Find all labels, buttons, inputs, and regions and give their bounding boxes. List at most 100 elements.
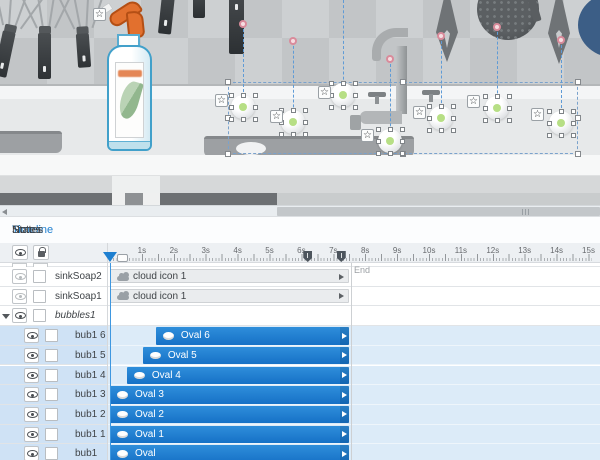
selection-handle[interactable] — [575, 151, 581, 157]
selection-handle[interactable] — [571, 109, 576, 114]
selection-handle[interactable] — [225, 151, 231, 157]
selection-handle[interactable] — [439, 128, 444, 133]
selection-handle[interactable] — [229, 117, 234, 122]
tab-notes[interactable]: Notes — [12, 224, 41, 236]
stage-horizontal-scrollbar[interactable] — [0, 205, 600, 216]
star-badge[interactable]: ☆ — [413, 106, 426, 119]
playhead-line[interactable] — [110, 263, 111, 460]
selection-handle[interactable] — [400, 127, 405, 132]
visibility-toggle[interactable] — [24, 446, 39, 460]
selection-handle[interactable] — [571, 121, 576, 126]
selection-handle[interactable] — [353, 81, 358, 86]
selection-handle[interactable] — [341, 81, 346, 86]
bubble-element[interactable] — [429, 106, 453, 130]
scroll-left-arrow-icon[interactable] — [2, 209, 7, 215]
collapse-triangle-icon[interactable] — [2, 314, 10, 319]
scrollbar-thumb[interactable] — [277, 207, 600, 216]
row-name-cell[interactable]: bub1 2 — [0, 405, 108, 425]
lock-checkbox[interactable] — [33, 290, 46, 303]
selection-handle[interactable] — [547, 109, 552, 114]
visibility-toggle[interactable] — [24, 387, 39, 402]
sink-soap-bottle[interactable] — [103, 2, 157, 154]
selection-handle[interactable] — [329, 81, 334, 86]
selection-handle[interactable] — [376, 139, 381, 144]
selection-handle[interactable] — [241, 117, 246, 122]
row-name-cell[interactable]: sinkSoap1 — [0, 287, 108, 307]
animation-bar-Oval[interactable]: Oval — [110, 445, 349, 460]
expand-arrow-icon[interactable] — [339, 293, 344, 299]
visibility-toggle[interactable] — [24, 407, 39, 422]
stage-canvas[interactable]: ☆ ☆☆☆☆☆☆☆ — [0, 0, 600, 205]
selection-handle[interactable] — [451, 116, 456, 121]
selection-handle[interactable] — [388, 151, 393, 156]
selection-handle[interactable] — [400, 79, 406, 85]
selection-handle[interactable] — [341, 105, 346, 110]
row-track-cell[interactable]: cloud icon 1 — [108, 287, 600, 307]
selection-handle[interactable] — [427, 116, 432, 121]
visibility-toggle[interactable] — [12, 308, 27, 323]
row-track-cell[interactable]: Oval 1 — [108, 425, 600, 445]
selection-handle[interactable] — [253, 105, 258, 110]
row-name-cell[interactable]: bub1 4 — [0, 366, 108, 386]
selection-handle[interactable] — [329, 105, 334, 110]
selection-handle[interactable] — [225, 79, 231, 85]
row-track-cell[interactable]: Oval 6 — [108, 326, 600, 346]
selection-handle[interactable] — [427, 104, 432, 109]
row-track-cell[interactable]: Oval 5 — [108, 346, 600, 366]
animation-bar-Oval-6[interactable]: Oval 6 — [156, 327, 349, 345]
selection-handle[interactable] — [507, 94, 512, 99]
selection-handle[interactable] — [291, 132, 296, 137]
expand-arrow-icon[interactable] — [342, 333, 347, 339]
selection-handle[interactable] — [451, 104, 456, 109]
selection-handle[interactable] — [303, 120, 308, 125]
star-badge[interactable]: ☆ — [93, 8, 106, 21]
selection-handle[interactable] — [303, 108, 308, 113]
bubble-element[interactable] — [378, 129, 402, 153]
selection-handle[interactable] — [507, 118, 512, 123]
lock-checkbox[interactable] — [45, 428, 58, 441]
star-badge[interactable]: ☆ — [318, 86, 331, 99]
expand-arrow-icon[interactable] — [342, 431, 347, 437]
lock-checkbox[interactable] — [45, 447, 58, 460]
row-name-cell[interactable]: sinkSoap2 — [0, 267, 108, 287]
animation-bar-Oval-5[interactable]: Oval 5 — [143, 347, 349, 365]
expand-arrow-icon[interactable] — [342, 372, 347, 378]
bubble-element[interactable] — [485, 96, 509, 120]
playhead[interactable] — [103, 252, 117, 262]
selection-handle[interactable] — [253, 93, 258, 98]
selection-handle[interactable] — [291, 108, 296, 113]
selection-handle[interactable] — [388, 127, 393, 132]
star-badge[interactable]: ☆ — [361, 129, 374, 142]
lock-checkbox[interactable] — [45, 388, 58, 401]
path-end-marker[interactable] — [289, 37, 297, 45]
selection-handle[interactable] — [483, 118, 488, 123]
lock-checkbox[interactable] — [45, 349, 58, 362]
row-name-cell[interactable]: bub1 3 — [0, 385, 108, 405]
selection-handle[interactable] — [559, 109, 564, 114]
selection-handle[interactable] — [575, 115, 581, 121]
expand-arrow-icon[interactable] — [339, 274, 344, 280]
row-track-cell[interactable]: Oval — [108, 444, 600, 460]
selection-handle[interactable] — [571, 133, 576, 138]
row-track-cell[interactable]: Oval 4 — [108, 366, 600, 386]
selection-handle[interactable] — [376, 151, 381, 156]
selection-handle[interactable] — [495, 118, 500, 123]
visibility-toggle[interactable] — [24, 427, 39, 442]
ruler-major-ticks[interactable] — [110, 254, 592, 261]
animation-bar-Oval-3[interactable]: Oval 3 — [110, 386, 349, 404]
loop-region-icon[interactable] — [117, 254, 128, 262]
visibility-toggle[interactable] — [24, 348, 39, 363]
row-name-cell[interactable]: bub1 1 — [0, 425, 108, 445]
star-badge[interactable]: ☆ — [531, 108, 544, 121]
lock-checkbox[interactable] — [45, 329, 58, 342]
row-track-cell[interactable] — [108, 306, 600, 326]
panel-splitter[interactable] — [107, 243, 108, 460]
star-badge[interactable]: ☆ — [467, 95, 480, 108]
selection-handle[interactable] — [353, 105, 358, 110]
row-name-cell[interactable]: bub1 5 — [0, 346, 108, 366]
animation-bar-cloud-icon-1[interactable]: cloud icon 1 — [110, 289, 349, 303]
selection-handle[interactable] — [353, 93, 358, 98]
selection-handle[interactable] — [547, 121, 552, 126]
lock-checkbox[interactable] — [45, 369, 58, 382]
expand-arrow-icon[interactable] — [342, 411, 347, 417]
